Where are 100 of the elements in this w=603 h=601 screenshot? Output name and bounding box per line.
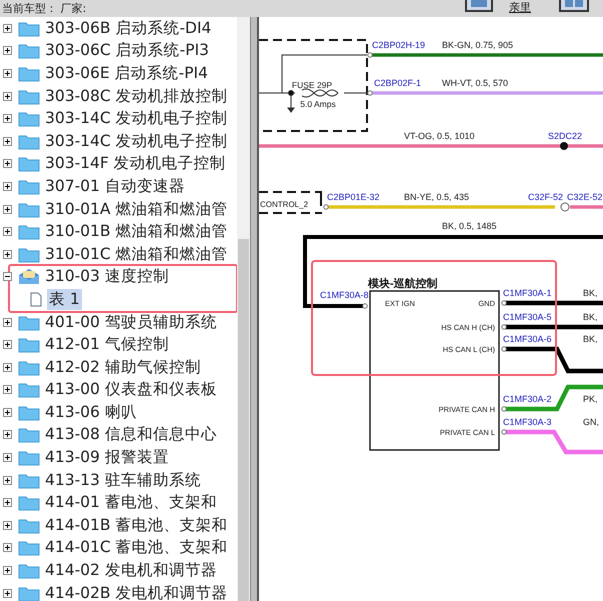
expand-icon[interactable] [3, 476, 12, 485]
connector-label: C32F-52 [528, 192, 564, 202]
wire-label: BK, [583, 334, 598, 344]
tree-item[interactable]: 412-02 辅助气候控制 [43, 356, 203, 378]
expand-icon[interactable] [3, 340, 12, 350]
expand-icon[interactable] [3, 498, 12, 508]
tree-item[interactable]: 412-01 气候控制 [43, 334, 171, 356]
expand-icon[interactable] [3, 543, 12, 552]
collapse-icon[interactable] [3, 272, 12, 282]
expand-icon[interactable] [3, 318, 12, 327]
tree-item[interactable]: 307-01 自动变速器 [43, 176, 187, 197]
expand-icon[interactable] [3, 24, 12, 33]
window-icon[interactable] [465, 0, 493, 12]
pin-icon [367, 90, 373, 96]
wire-label: BK, [583, 288, 598, 298]
tree-item[interactable]: 303-06E 启动系统-PI4 [43, 62, 210, 84]
pin-icon [501, 300, 507, 306]
control-box-outline [259, 191, 323, 214]
fuse-rating: 5.0 Amps [300, 99, 336, 109]
tree-item[interactable]: 414-02B 发电机和调节器 [43, 582, 230, 601]
tree-item[interactable]: 303-14C 发动机电子控制 [43, 108, 230, 130]
folder-icon [18, 178, 40, 195]
wire-label: WH-VT, 0.5, 570 [442, 78, 508, 88]
expand-icon[interactable] [3, 227, 12, 236]
expand-icon[interactable] [3, 520, 12, 530]
folder-icon [18, 110, 40, 128]
tree-item[interactable]: 413-00 仪表盘和仪表板 [43, 379, 219, 400]
tree-item[interactable]: 303-06C 启动系统-PI3 [43, 40, 212, 62]
document-icon [30, 292, 42, 307]
wire-label: BK-GN, 0.75, 905 [442, 40, 514, 50]
folder-icon [18, 336, 40, 354]
connector-label: C32E-52 [567, 192, 603, 202]
pin-icon [501, 406, 507, 412]
pin-icon [501, 346, 507, 352]
pin-icon [323, 204, 329, 210]
folder-icon [18, 449, 40, 466]
splitter[interactable] [250, 17, 259, 601]
tree-item[interactable]: 310-01C 燃油箱和燃油管 [43, 244, 230, 265]
tree-item[interactable]: 303-14C 发动机电子控制 [43, 130, 230, 152]
wire-label: BK, [583, 312, 598, 322]
expand-icon[interactable] [3, 408, 12, 417]
splice-dot [560, 142, 568, 150]
connector-icon [560, 202, 570, 212]
folder-icon [18, 381, 40, 398]
tree-item[interactable]: 310-01B 燃油箱和燃油管 [43, 221, 230, 242]
expand-icon[interactable] [3, 92, 12, 101]
tree-item[interactable]: 303-08C 发动机排放控制 [43, 86, 230, 107]
fuse-name: FUSE 29P [292, 80, 332, 90]
expand-icon[interactable] [3, 136, 12, 146]
expand-icon[interactable] [3, 566, 12, 576]
expand-icon[interactable] [3, 588, 12, 598]
pin-icon [367, 52, 373, 58]
tree-item[interactable]: 414-02 发电机和调节器 [43, 560, 219, 582]
folder-icon [18, 64, 40, 82]
folder-icon [18, 584, 40, 601]
tree-item[interactable]: 414-01B 蓄电池、支架和 [43, 514, 230, 536]
tree-item[interactable]: 310-01A 燃油箱和燃油管 [43, 198, 230, 220]
expand-icon[interactable] [3, 68, 12, 78]
tree-item[interactable]: 413-13 驻车辅助系统 [43, 470, 203, 491]
folder-icon [18, 358, 40, 376]
window-icon[interactable] [559, 0, 589, 12]
expand-icon[interactable] [3, 114, 12, 124]
expand-icon[interactable] [3, 385, 12, 394]
folder-icon [18, 472, 40, 489]
connector-label: C2BP02H-19 [372, 40, 426, 50]
expand-icon[interactable] [3, 46, 12, 56]
toolbar-label[interactable]: 亲里 [509, 1, 531, 15]
tree-item[interactable]: 413-08 信息和信息中心 [43, 424, 219, 446]
expand-icon[interactable] [3, 430, 12, 440]
folder-icon [18, 562, 40, 580]
expand-icon[interactable] [3, 182, 12, 191]
connector-label: C1MF30A-8 [320, 290, 369, 300]
tree-item[interactable]: 表 1 [47, 288, 82, 310]
folder-icon [18, 223, 40, 240]
tree-item[interactable]: 401-00 驾驶员辅助系统 [43, 312, 219, 333]
connector-label: C1MF30A-6 [503, 334, 552, 344]
folder-icon [18, 200, 40, 218]
tree-item[interactable]: 303-14F 发动机电子控制 [43, 153, 228, 174]
expand-icon[interactable] [3, 250, 12, 259]
control-box-label: CONTROL_2 [260, 200, 308, 209]
tree-item[interactable]: 310-03 速度控制 [43, 266, 171, 288]
folder-icon [18, 155, 40, 172]
tree-item[interactable]: 413-06 喇叭 [43, 402, 139, 423]
tree-item[interactable]: 303-06B 启动系统-DI4 [43, 18, 214, 39]
folder-icon [18, 42, 40, 60]
expand-icon[interactable] [3, 159, 12, 168]
connector-label: C1MF30A-5 [503, 312, 552, 322]
expand-icon[interactable] [3, 362, 12, 372]
tree-item[interactable]: 414-01 蓄电池、支架和 [43, 492, 219, 514]
tree-item[interactable]: 414-01C 蓄电池、支架和 [43, 537, 230, 558]
scrollbar-thumb[interactable] [238, 239, 249, 601]
expand-icon[interactable] [3, 453, 12, 462]
tree-item[interactable]: 413-09 报警装置 [43, 447, 171, 468]
vehicle-info: 当前车型： 厂家: [2, 1, 86, 16]
expand-icon[interactable] [3, 204, 12, 214]
connector-label: C1MF30A-2 [503, 394, 552, 404]
folder-icon [18, 426, 40, 444]
splice-label: S2DC22 [548, 131, 582, 141]
wire-label: GN, [583, 417, 600, 427]
scrollbar[interactable] [237, 17, 250, 601]
